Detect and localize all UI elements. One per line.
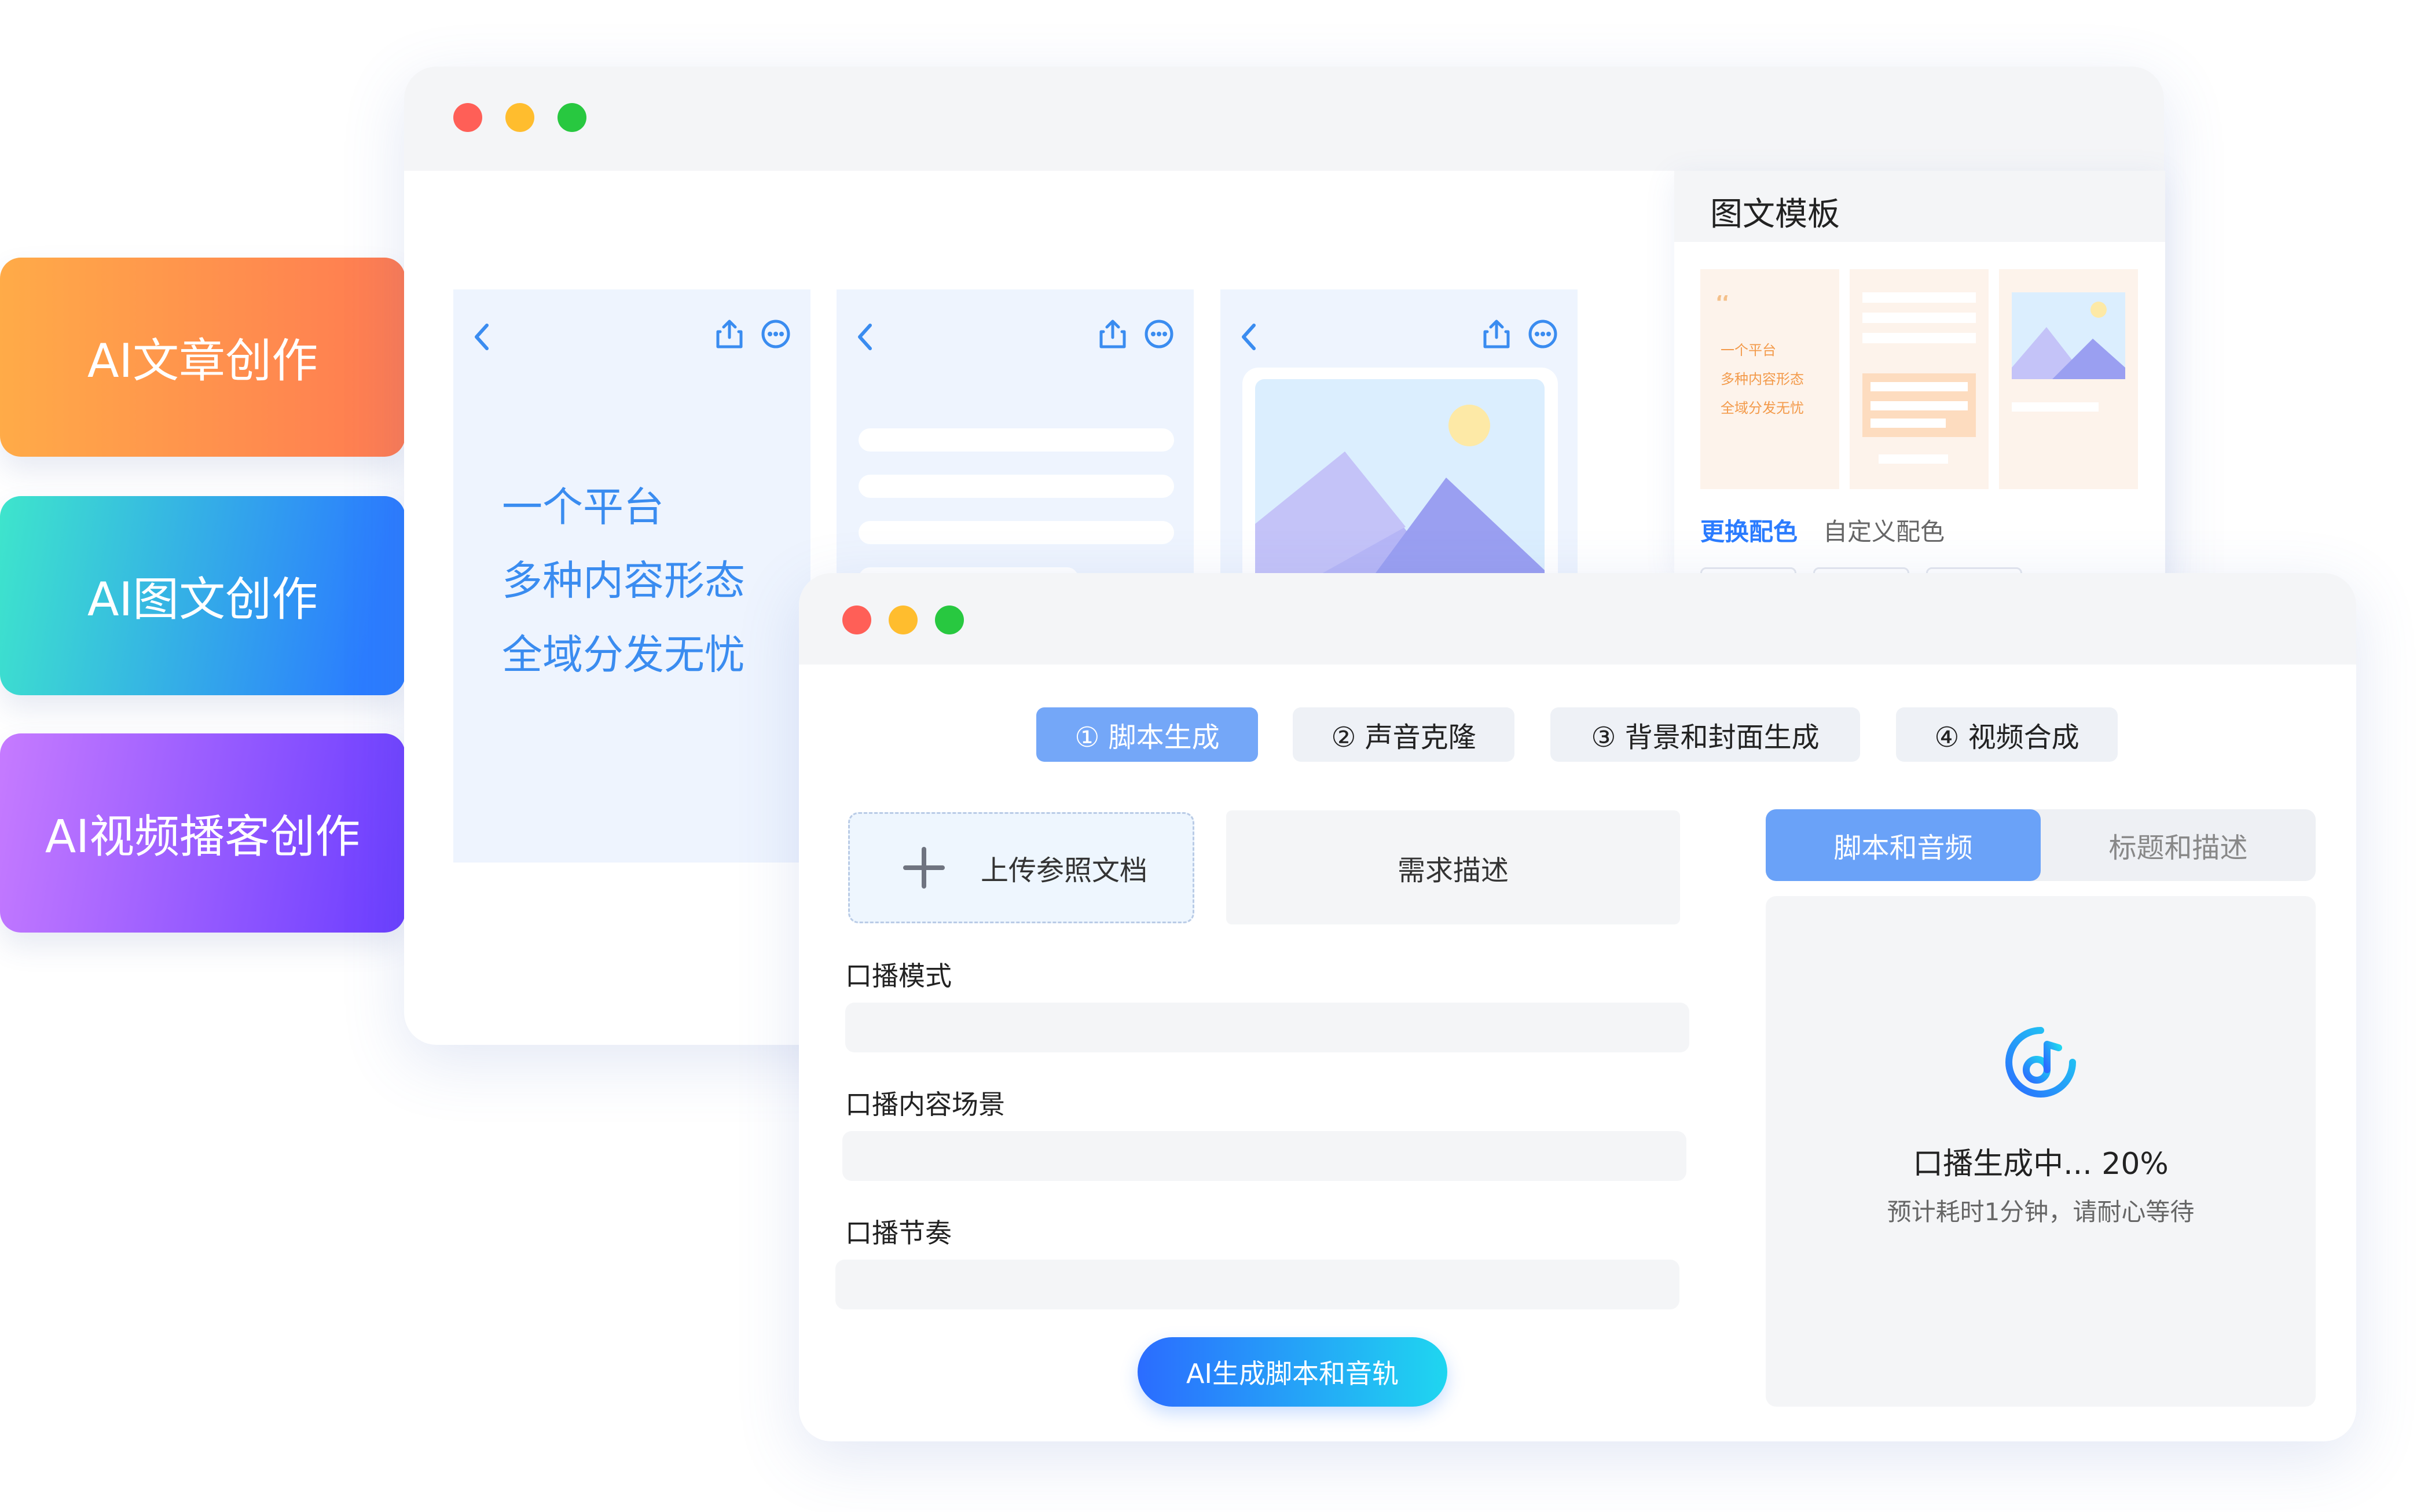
requirement-description-button[interactable]: 需求描述	[1226, 810, 1680, 924]
progress-hint: 预计耗时1分钟，请耐心等待	[1887, 1198, 2195, 1226]
template-preview-line: 一个平台	[1721, 342, 1776, 358]
landscape-image-icon	[2012, 292, 2125, 379]
music-note-icon	[2005, 1027, 2076, 1098]
text-line	[859, 428, 1174, 452]
back-icon[interactable]	[471, 320, 494, 354]
text-line	[1870, 382, 1968, 391]
minimize-dot[interactable]	[505, 103, 534, 132]
text-line	[1879, 454, 1948, 464]
progress-status: 口播生成中... 20%	[1913, 1147, 2169, 1181]
back-icon[interactable]	[854, 320, 877, 354]
maximize-dot[interactable]	[935, 605, 964, 634]
step-video-compose[interactable]: ④ 视频合成	[1896, 707, 2118, 762]
tab-label: 标题和描述	[2108, 832, 2248, 864]
tab-script-audio[interactable]: 脚本和音频	[1766, 809, 2041, 881]
template-thumb-article[interactable]	[1850, 269, 1989, 489]
text-line	[859, 475, 1174, 498]
back-window-titlebar	[404, 67, 2164, 171]
change-colors-link[interactable]: 更换配色	[1700, 512, 1798, 548]
share-icon[interactable]	[712, 317, 747, 351]
podcast-mode-select[interactable]	[845, 1003, 1689, 1052]
step-background-cover[interactable]: ③ 背景和封面生成	[1550, 707, 1860, 762]
template-panel-title: 图文模板	[1710, 196, 1840, 233]
card-label: AI视频播客创作	[45, 811, 361, 863]
requirement-label: 需求描述	[1397, 854, 1509, 887]
text-line	[1862, 313, 1976, 323]
svg-text:“: “	[1715, 295, 1731, 316]
front-window-titlebar	[799, 573, 2356, 665]
generation-progress-panel: 口播生成中... 20% 预计耗时1分钟，请耐心等待	[1766, 896, 2316, 1407]
step-voice-clone[interactable]: ② 声音克隆	[1293, 707, 1514, 762]
slogan-line-3: 全域分发无忧	[502, 631, 745, 678]
template-preview-line: 全域分发无忧	[1721, 400, 1804, 416]
template-thumb-image[interactable]	[1999, 269, 2138, 489]
field-label-scene: 口播内容场景	[845, 1089, 1005, 1120]
quote-icon: “	[1715, 295, 1731, 316]
step-script-generation[interactable]: ① 脚本生成	[1036, 707, 1258, 762]
text-line	[2012, 402, 2099, 412]
custom-colors-link[interactable]: 自定义配色	[1823, 512, 1945, 548]
text-line	[859, 521, 1174, 544]
more-icon[interactable]	[758, 317, 793, 351]
podcast-rhythm-select[interactable]	[835, 1260, 1679, 1309]
slogan-line-1: 一个平台	[502, 483, 664, 531]
tab-label: 脚本和音频	[1833, 832, 1973, 864]
generate-script-audio-button[interactable]: AI生成脚本和音轨	[1138, 1337, 1447, 1407]
generate-button-label: AI生成脚本和音轨	[1186, 1358, 1399, 1389]
maximize-dot[interactable]	[558, 103, 586, 132]
share-icon[interactable]	[1095, 317, 1130, 351]
field-label-mode: 口播模式	[845, 960, 952, 992]
template-preview-line: 多种内容形态	[1721, 371, 1804, 387]
back-icon[interactable]	[1238, 320, 1261, 354]
card-ai-article[interactable]: AI文章创作	[0, 258, 405, 457]
tab-title-description[interactable]: 标题和描述	[2041, 809, 2316, 881]
close-dot[interactable]	[453, 103, 482, 132]
minimize-dot[interactable]	[889, 605, 918, 634]
text-line	[1870, 419, 1946, 428]
upload-reference-button[interactable]: 上传参照文档	[848, 812, 1194, 923]
phone-preview-text: 一个平台 多种内容形态 全域分发无忧	[453, 289, 810, 863]
more-icon[interactable]	[1525, 317, 1560, 351]
podcast-scene-select[interactable]	[842, 1131, 1686, 1181]
upload-label: 上传参照文档	[981, 854, 1148, 887]
text-line	[1870, 401, 1968, 410]
template-thumb-quote[interactable]: “ 一个平台 多种内容形态 全域分发无忧	[1700, 269, 1839, 489]
share-icon[interactable]	[1479, 317, 1514, 351]
slogan-line-2: 多种内容形态	[502, 557, 745, 604]
template-panel: 图文模板 “ 一个平台 多种内容形态 全域分发无忧 更换配色 自定义配色	[1674, 171, 2165, 594]
close-dot[interactable]	[842, 605, 871, 634]
text-line	[1862, 333, 1976, 343]
text-line	[1862, 292, 1976, 303]
field-label-rhythm: 口播节奏	[845, 1217, 952, 1249]
card-label: AI文章创作	[87, 334, 318, 388]
plus-icon	[903, 847, 945, 889]
card-label: AI图文创作	[87, 572, 318, 626]
card-ai-video-podcast[interactable]: AI视频播客创作	[0, 733, 405, 933]
more-icon[interactable]	[1142, 317, 1176, 351]
card-ai-image-text[interactable]: AI图文创作	[0, 496, 405, 695]
